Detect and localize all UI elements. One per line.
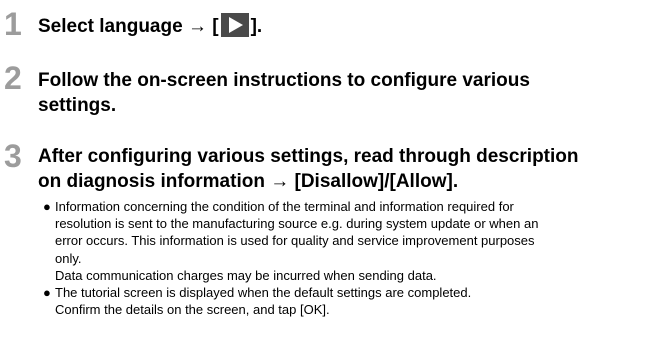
note-item-2: ● The tutorial screen is displayed when t… — [43, 284, 650, 318]
step-2-number: 2 — [4, 60, 22, 96]
notes-list: ● Information concerning the condition of… — [43, 198, 650, 318]
step-2-text: Follow the on-screen instructions to con… — [38, 68, 650, 118]
step-3-line-1: After configuring various settings, read… — [38, 146, 579, 167]
note-1-line-5: Data communication charges may be incurr… — [55, 267, 437, 283]
step-1-number: 1 — [4, 6, 22, 42]
step-3-number: 3 — [4, 138, 22, 174]
step-3-line-2: on diagnosis information → [Disallow]/[A… — [38, 171, 459, 192]
note-1-line-1: Information concerning the condition of … — [55, 199, 514, 214]
note-1-line-4: only. — [55, 250, 82, 266]
step-1-label: Select language — [38, 16, 183, 37]
bullet-icon: ● — [43, 284, 51, 300]
instruction-page: 1 Select language → []. 2 Follow the on-… — [0, 0, 650, 342]
note-1-line-2: resolution is sent to the manufacturing … — [55, 216, 539, 232]
step-2-line-2: settings. — [38, 95, 117, 116]
note-2-line-2: Confirm the details on the screen, and t… — [55, 302, 330, 318]
note-item-1: ● Information concerning the condition of… — [43, 198, 650, 284]
step-2-line-1: Follow the on-screen instructions to con… — [38, 70, 530, 91]
play-icon — [220, 13, 249, 37]
step-1-text: Select language → []. — [38, 13, 650, 39]
note-2-line-1: The tutorial screen is displayed when th… — [55, 284, 472, 300]
arrow-icon: → — [187, 16, 207, 37]
note-1-line-3: error occurs. This information is used f… — [55, 233, 535, 249]
bullet-icon: ● — [43, 199, 51, 214]
step-3-text: After configuring various settings, read… — [38, 144, 650, 194]
bracket-close: ]. — [250, 16, 263, 37]
bracket-open: [ — [212, 16, 219, 37]
